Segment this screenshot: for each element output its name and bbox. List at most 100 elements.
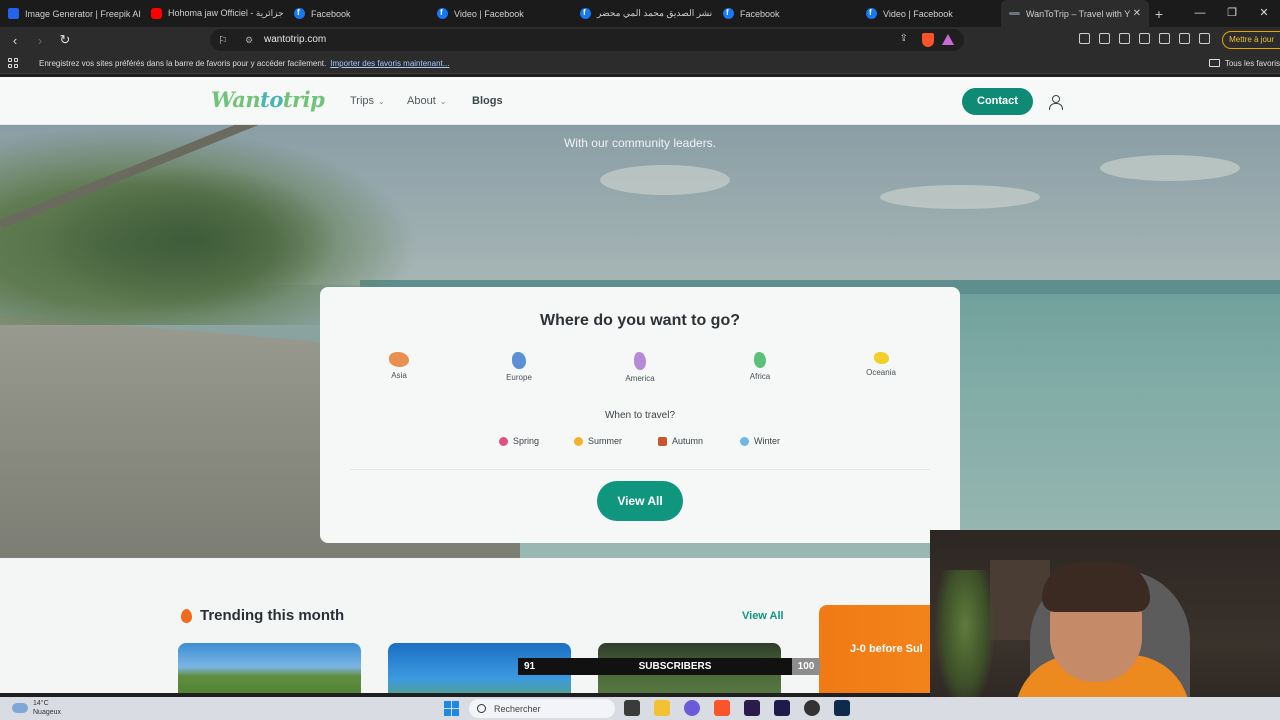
bookmarks-bar: Enregistrez vos sites préférés dans la b… <box>0 53 1280 74</box>
wallet-2-icon[interactable] <box>1159 33 1170 44</box>
europe-map-icon <box>512 352 526 369</box>
file-explorer-icon[interactable] <box>654 700 670 716</box>
season-winter[interactable]: Winter <box>740 436 780 446</box>
region-europe[interactable]: Europe <box>464 345 574 395</box>
url-text[interactable]: wantotrip.com <box>264 34 326 45</box>
chevron-down-icon: ⌄ <box>439 97 447 106</box>
asia-map-icon <box>389 352 409 367</box>
bookmark-icon[interactable]: ⚐ <box>218 34 228 47</box>
flower-icon <box>499 436 508 446</box>
forward-icon[interactable]: › <box>30 33 50 48</box>
hero-subtitle: With our community leaders. <box>563 136 717 150</box>
oceania-map-icon <box>873 352 889 364</box>
tab-facebook-post[interactable]: نشر الصديق محمد المي محضر <box>572 0 715 27</box>
close-tab-icon[interactable]: ✕ <box>1133 8 1141 19</box>
freepik-icon <box>8 8 19 19</box>
sun-icon <box>574 436 583 446</box>
fire-icon <box>181 608 192 623</box>
nav-about[interactable]: About ⌄ <box>407 95 446 107</box>
when-to-travel-label: When to travel? <box>604 410 676 421</box>
site-settings-icon[interactable]: ⚙ <box>245 35 253 46</box>
import-bookmarks-link[interactable]: Importer des favoris maintenant... <box>330 59 449 68</box>
leaf-icon <box>658 436 667 446</box>
all-favorites[interactable]: Tous les favoris <box>1208 59 1280 68</box>
season-autumn[interactable]: Autumn <box>658 436 703 446</box>
update-button[interactable]: Mettre à jour <box>1222 31 1280 49</box>
tab-wantotrip[interactable]: WanToTrip – Travel with Y ✕ <box>1001 0 1149 27</box>
trip-card-image[interactable] <box>178 643 361 693</box>
subscriber-label: SUBSCRIBERS <box>638 661 712 672</box>
tab-facebook[interactable]: Facebook <box>286 0 429 27</box>
nav-blogs[interactable]: Blogs <box>472 95 503 107</box>
subscriber-goal: 100 <box>792 658 820 675</box>
brave-icon[interactable] <box>714 700 730 716</box>
discord-icon[interactable] <box>684 700 700 716</box>
photoshop-icon[interactable] <box>834 700 850 716</box>
facebook-icon <box>294 8 305 19</box>
window-controls: — ❐ ✕ <box>1184 0 1280 27</box>
america-map-icon <box>634 352 646 370</box>
africa-map-icon <box>754 352 766 368</box>
vpn-icon[interactable] <box>1199 33 1210 44</box>
snowflake-icon <box>740 436 749 446</box>
maximize-icon[interactable]: ❐ <box>1216 0 1248 27</box>
divider <box>350 469 930 470</box>
subscriber-current: 91 <box>524 661 536 672</box>
search-icon <box>477 704 486 713</box>
music-icon[interactable] <box>1119 33 1130 44</box>
omnibox[interactable]: ⚐ ⚙ wantotrip.com ⇪ <box>210 29 964 51</box>
obs-icon[interactable] <box>804 700 820 716</box>
brave-rewards-icon[interactable] <box>942 34 954 45</box>
chevron-down-icon: ⌄ <box>378 97 385 106</box>
wallet-icon[interactable] <box>1099 33 1110 44</box>
extensions-icon[interactable] <box>1079 33 1090 44</box>
region-oceania[interactable]: Oceania <box>826 345 936 395</box>
subscriber-counter: 91 SUBSCRIBERS 100 <box>518 658 820 675</box>
view-all-destinations-button[interactable]: View All <box>597 481 683 521</box>
tab-freepik[interactable]: Image Generator | Freepik AI <box>0 0 143 27</box>
region-africa[interactable]: Africa <box>705 345 815 395</box>
user-icon[interactable] <box>1049 95 1063 110</box>
tab-facebook-video[interactable]: Video | Facebook <box>429 0 572 27</box>
browser-tab-bar: Image Generator | Freepik AI Hohoma jaw … <box>0 0 1280 27</box>
close-window-icon[interactable]: ✕ <box>1248 0 1280 27</box>
youtube-icon <box>151 8 162 19</box>
leo-icon[interactable] <box>1179 33 1190 44</box>
back-icon[interactable]: ‹ <box>5 33 25 48</box>
windows-start-icon[interactable] <box>444 701 459 716</box>
weather-widget[interactable]: 14°C Nuageux <box>12 699 61 717</box>
reload-icon[interactable]: ↻ <box>55 32 75 48</box>
season-spring[interactable]: Spring <box>499 436 539 446</box>
taskbar-search[interactable]: Rechercher <box>469 699 615 718</box>
tab-facebook-video-2[interactable]: Video | Facebook <box>858 0 1001 27</box>
share-icon[interactable]: ⇪ <box>900 33 908 44</box>
premiere-icon[interactable] <box>744 700 760 716</box>
sidebar-icon[interactable] <box>1139 33 1150 44</box>
tab-facebook-2[interactable]: Facebook <box>715 0 858 27</box>
new-tab-button[interactable]: + <box>1149 6 1169 22</box>
nav-trips[interactable]: Trips ⌄ <box>350 95 385 107</box>
region-asia[interactable]: Asia <box>344 345 454 395</box>
season-summer[interactable]: Summer <box>574 436 622 446</box>
facebook-icon <box>437 8 448 19</box>
taskbar-apps <box>624 700 850 716</box>
facebook-icon <box>723 8 734 19</box>
bookmarks-prompt: Enregistrez vos sites préférés dans la b… <box>39 58 327 68</box>
site-header: Wantotrip Trips ⌄ About ⌄ Blogs Contact <box>0 77 1280 125</box>
extension-icons <box>1079 33 1210 44</box>
region-america[interactable]: America <box>585 345 695 395</box>
wantotrip-icon <box>1009 12 1020 15</box>
after-effects-icon[interactable] <box>774 700 790 716</box>
minimize-icon[interactable]: — <box>1184 0 1216 27</box>
address-toolbar: ‹ › ↻ ⚐ ⚙ wantotrip.com ⇪ Mettre à jour <box>0 27 1280 53</box>
task-view-icon[interactable] <box>624 700 640 716</box>
brave-shield-icon[interactable] <box>922 33 934 47</box>
cloud-icon <box>12 703 28 713</box>
site-logo[interactable]: Wantotrip <box>211 87 325 112</box>
contact-button[interactable]: Contact <box>962 88 1033 115</box>
search-title: Where do you want to go? <box>540 312 740 329</box>
tab-youtube[interactable]: Hohoma jaw Officiel - جزائرية <box>143 0 286 27</box>
trending-view-all-link[interactable]: View All <box>742 610 784 622</box>
facebook-icon <box>866 8 877 19</box>
apps-icon[interactable] <box>8 57 19 69</box>
